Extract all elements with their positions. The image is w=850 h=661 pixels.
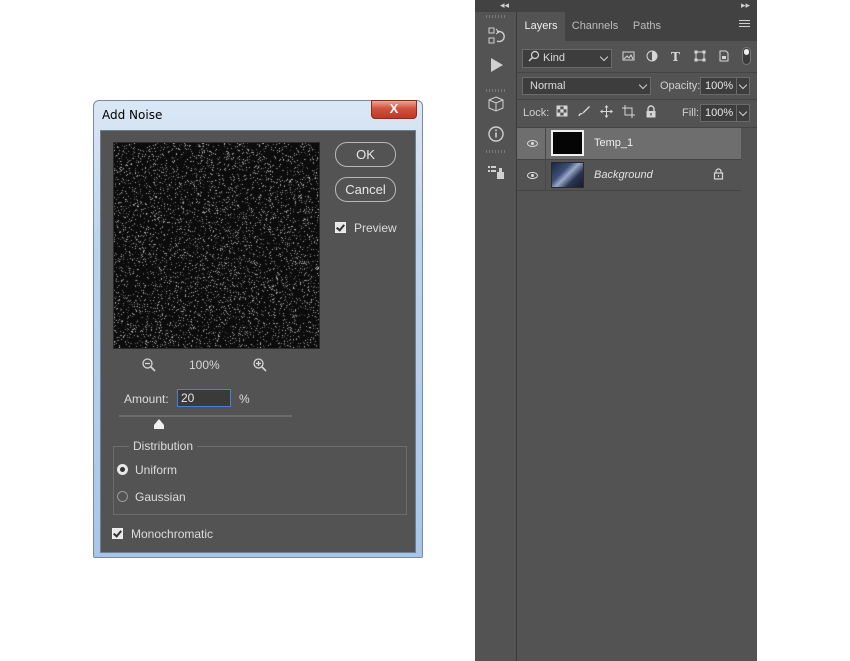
- layer-row-background[interactable]: Background: [517, 160, 741, 191]
- dialog-body: 100% OK Cancel Preview Amount: % Distrib…: [100, 130, 416, 553]
- amount-slider-track[interactable]: [119, 415, 292, 417]
- eye-column-separator: [545, 160, 546, 191]
- dialog-title: Add Noise: [102, 108, 163, 122]
- zoom-in-icon[interactable]: [252, 357, 268, 376]
- amount-slider-thumb-base[interactable]: [154, 425, 164, 429]
- row-separator: [517, 99, 757, 100]
- layer-row-temp-1[interactable]: Temp_1: [517, 128, 741, 159]
- row-separator: [517, 190, 741, 191]
- 3d-icon[interactable]: [486, 95, 506, 115]
- radio-uniform[interactable]: [117, 464, 128, 475]
- lock-label: Lock:: [523, 107, 550, 119]
- search-icon: [528, 50, 540, 65]
- monochromatic-label: Monochromatic: [131, 527, 214, 541]
- smart-object-filter-icon[interactable]: [718, 50, 730, 65]
- opacity-label: Opacity:: [660, 80, 701, 92]
- strip-grip-3[interactable]: [486, 150, 506, 153]
- lock-image-pixels-icon[interactable]: [578, 105, 590, 120]
- strip-grip[interactable]: [486, 15, 506, 18]
- noise-preview-canvas[interactable]: [114, 143, 319, 348]
- distribution-group: [113, 446, 407, 515]
- ok-button[interactable]: OK: [335, 142, 396, 167]
- collapse-left-icon[interactable]: ◂◂: [500, 0, 509, 11]
- tab-channels[interactable]: Channels: [567, 12, 623, 41]
- cancel-button[interactable]: Cancel: [335, 177, 396, 202]
- properties-icon[interactable]: [486, 163, 506, 183]
- shape-filter-icon[interactable]: [694, 50, 706, 65]
- layer-thumbnail[interactable]: [551, 162, 584, 188]
- lock-all-icon[interactable]: [645, 105, 657, 121]
- layer-name[interactable]: Temp_1: [594, 137, 633, 149]
- preview-checkbox[interactable]: [335, 222, 346, 233]
- preview-label: Preview: [354, 221, 397, 235]
- distribution-title: Distribution: [129, 439, 198, 453]
- fill-input[interactable]: 100%: [700, 104, 737, 122]
- close-button[interactable]: X: [371, 100, 417, 119]
- layer-name[interactable]: Background: [594, 169, 653, 181]
- zoom-out-icon[interactable]: [141, 357, 157, 376]
- amount-unit: %: [239, 392, 250, 406]
- monochromatic-checkbox[interactable]: [112, 528, 123, 539]
- tab-paths[interactable]: Paths: [625, 12, 669, 41]
- panel-tabs: Layers Channels Paths: [517, 12, 757, 41]
- pixel-filter-icon[interactable]: [622, 50, 635, 65]
- info-icon[interactable]: [486, 124, 506, 144]
- radio-gaussian[interactable]: [117, 491, 128, 502]
- zoom-level: 100%: [189, 358, 220, 372]
- strip-grip-2[interactable]: [486, 89, 506, 92]
- noise-preview[interactable]: [113, 142, 320, 349]
- play-actions-icon[interactable]: [486, 55, 506, 75]
- add-noise-dialog: Add Noise X 100% OK Cancel Preview Amoun…: [93, 100, 423, 558]
- layer-lock-icon[interactable]: [713, 168, 724, 183]
- zoom-controls: 100%: [141, 357, 281, 373]
- fill-label: Fill:: [682, 107, 700, 119]
- panel-menu-icon[interactable]: [739, 20, 750, 29]
- lock-transparent-pixels-icon[interactable]: [556, 105, 568, 120]
- amount-input[interactable]: [177, 389, 231, 407]
- expand-right-icon[interactable]: ▸▸: [741, 0, 750, 11]
- uniform-label: Uniform: [135, 463, 178, 477]
- row-separator: [517, 72, 757, 73]
- history-icon[interactable]: [486, 26, 506, 46]
- adjustment-filter-icon[interactable]: [646, 50, 658, 65]
- eye-column-separator: [545, 128, 546, 159]
- filter-toggle[interactable]: [742, 47, 751, 65]
- opacity-input[interactable]: 100%: [700, 77, 737, 95]
- visibility-eye-icon[interactable]: [527, 172, 538, 179]
- lock-artboard-icon[interactable]: [622, 105, 635, 121]
- blend-mode-select[interactable]: Normal: [522, 77, 651, 95]
- gaussian-label: Gaussian: [135, 490, 186, 504]
- type-filter-icon[interactable]: T: [671, 50, 680, 64]
- layer-thumbnail[interactable]: [551, 130, 584, 156]
- lock-position-icon[interactable]: [600, 105, 613, 121]
- tab-layers[interactable]: Layers: [517, 12, 565, 41]
- amount-label: Amount:: [124, 392, 169, 406]
- panel-top-bar: [475, 0, 757, 12]
- visibility-eye-icon[interactable]: [527, 140, 538, 147]
